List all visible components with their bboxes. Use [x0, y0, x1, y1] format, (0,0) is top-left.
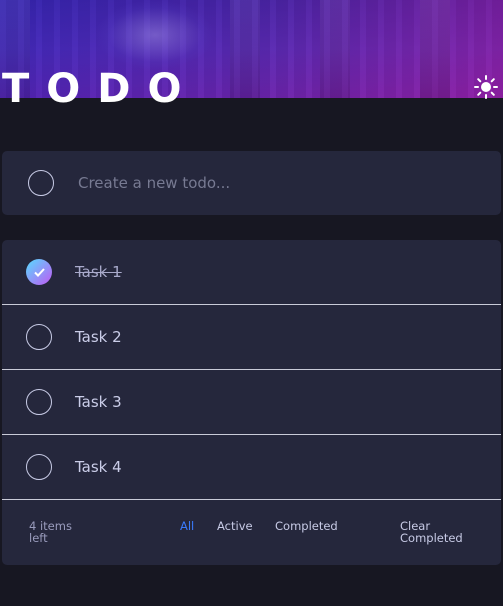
todo-item: Task 4 — [2, 435, 501, 500]
new-todo-checkbox[interactable] — [28, 170, 54, 196]
filter-active-button[interactable]: Active — [217, 519, 253, 533]
todo-label[interactable]: Task 1 — [75, 263, 122, 281]
todo-label[interactable]: Task 4 — [75, 458, 122, 476]
header-image-panel — [230, 0, 260, 98]
sun-icon — [474, 75, 498, 99]
todo-item: Task 3 — [2, 370, 501, 435]
todo-label[interactable]: Task 2 — [75, 328, 122, 346]
todo-checkbox-checked[interactable] — [26, 259, 52, 285]
todo-item: Task 2 — [2, 305, 501, 370]
app-title: TODO — [2, 66, 199, 112]
filter-all-button[interactable]: All — [180, 519, 194, 533]
todo-checkbox[interactable] — [26, 324, 52, 350]
new-todo-input[interactable] — [78, 174, 458, 192]
header-image-panel — [420, 0, 450, 98]
items-left-count: 4 items left — [29, 519, 72, 545]
header-image-panel — [320, 0, 350, 98]
new-todo-card — [2, 151, 501, 215]
todo-list: Task 1 Task 2 Task 3 Task 4 4 items left… — [2, 240, 501, 565]
check-icon — [33, 267, 45, 277]
clear-completed-button[interactable]: Clear Completed — [400, 520, 480, 544]
todo-item: Task 1 — [2, 240, 501, 305]
todo-checkbox[interactable] — [26, 389, 52, 415]
todo-label[interactable]: Task 3 — [75, 393, 122, 411]
theme-toggle-button[interactable] — [473, 74, 499, 100]
header-image-corridor — [95, 0, 215, 70]
filter-completed-button[interactable]: Completed — [275, 519, 338, 533]
todo-checkbox[interactable] — [26, 454, 52, 480]
list-footer: 4 items left All Active Completed Clear … — [2, 500, 501, 565]
